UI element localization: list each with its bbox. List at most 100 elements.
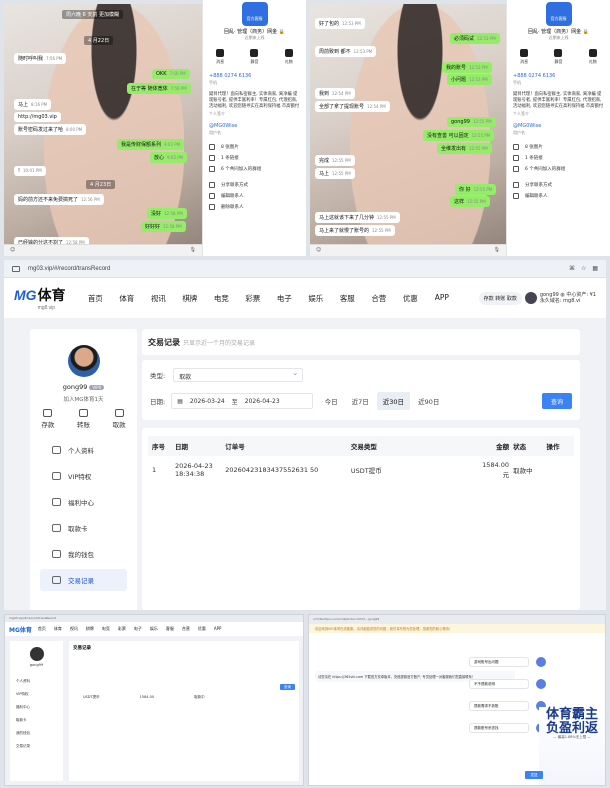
- mic-icon[interactable]: 🎙: [190, 247, 196, 253]
- sidebar-item-5[interactable]: 交易记录: [40, 569, 127, 591]
- translate-icon[interactable]: ⌘: [569, 265, 575, 272]
- promo-banner[interactable]: 体育霸主 负盈利返 — 最高1.88%无上限 —: [539, 707, 605, 785]
- outgoing-message[interactable]: 好好好 12:58 PM: [141, 221, 186, 232]
- date-from[interactable]: 2026-03-24: [190, 398, 225, 405]
- incoming-message[interactable]: 全部了拿了提现账号 12:54 PM: [315, 101, 390, 112]
- range-button-3[interactable]: 近90日: [412, 392, 445, 410]
- gift-button[interactable]: 礼物: [284, 49, 293, 65]
- sidebar-item-3[interactable]: 取款卡: [40, 517, 127, 539]
- url-text[interactable]: mg03.vip/#/record/transRecord: [28, 266, 110, 272]
- sidebar-item-0[interactable]: 个人资料: [40, 439, 127, 461]
- contact-row-links[interactable]: 1 条链接: [209, 155, 300, 161]
- contact-row-links[interactable]: 1 条链接: [513, 155, 604, 161]
- contact-phone[interactable]: +888 0274 6136: [513, 73, 604, 79]
- sidebar-item-2[interactable]: 福利中心: [40, 491, 127, 513]
- contact-row-photos[interactable]: 8 张图片: [513, 144, 604, 150]
- nav-item-11[interactable]: APP: [426, 293, 458, 304]
- incoming-message[interactable]: 马上 8:16 PM: [14, 99, 52, 110]
- star-icon[interactable]: ☆: [581, 265, 586, 272]
- incoming-message[interactable]: ! 10:01 PM: [14, 166, 46, 176]
- incoming-message[interactable]: 我到 12:54 PM: [315, 88, 355, 99]
- outgoing-message[interactable]: 放心 9:02 PM: [150, 152, 188, 163]
- quick-reply[interactable]: 游戏账号出问题: [469, 657, 529, 667]
- date-to[interactable]: 2026-04-23: [245, 398, 280, 405]
- send-button[interactable]: 发送: [525, 771, 543, 779]
- nav-item-1[interactable]: 体育: [111, 293, 143, 304]
- incoming-message[interactable]: 马上这就该下来了几分钟 12:55 PM: [315, 212, 400, 223]
- sticker-icon[interactable]: ☺: [316, 247, 321, 253]
- avatar[interactable]: [524, 292, 537, 304]
- nav-item-0[interactable]: 首页: [80, 293, 112, 304]
- deposit-link[interactable]: 存款: [484, 296, 494, 302]
- chat-input-bar[interactable]: ☺ 🎙: [4, 244, 202, 256]
- nav-item-2[interactable]: 视讯: [143, 293, 175, 304]
- withdraw-button[interactable]: 取款: [113, 409, 126, 429]
- nav-item-4[interactable]: 电竞: [206, 293, 238, 304]
- incoming-message[interactable]: 完成 12:55 PM: [315, 155, 355, 166]
- contact-row-photos[interactable]: 8 张图片: [209, 144, 300, 150]
- nav-item-7[interactable]: 娱乐: [300, 293, 332, 304]
- outgoing-message[interactable]: gong99 12:55 PM: [447, 117, 496, 127]
- outgoing-message[interactable]: 我的账号 12:53 PM: [442, 62, 492, 73]
- extension-icon[interactable]: ▦: [592, 265, 598, 272]
- message-button[interactable]: 消息: [216, 49, 225, 65]
- nav-item-5[interactable]: 彩票: [237, 293, 269, 304]
- contact-row-share[interactable]: 分享联系方式: [513, 182, 604, 188]
- contact-phone[interactable]: +888 0274 6136: [209, 73, 300, 79]
- contact-username[interactable]: @MG0Wise: [209, 123, 300, 129]
- contact-row-edit[interactable]: 编辑联系人: [209, 193, 300, 199]
- incoming-message[interactable]: 随时呼叫我 7:56 PM: [14, 53, 67, 64]
- quick-reply[interactable]: 提款需求不到账: [469, 701, 529, 711]
- message-button[interactable]: 消息: [520, 49, 529, 65]
- contact-row-edit[interactable]: 编辑联系人: [513, 193, 604, 199]
- transfer-link[interactable]: 转账: [495, 296, 505, 302]
- incoming-message[interactable]: 马上来了就慢了账号的 12:55 PM: [315, 225, 395, 236]
- outgoing-message[interactable]: 没有查善 可以固定 12:55 PM: [423, 130, 495, 141]
- outgoing-message[interactable]: 这样 12:55 PM: [450, 196, 490, 207]
- outgoing-message[interactable]: 在于等 随体宽体 7:56 PM: [127, 83, 191, 94]
- contact-row-groups[interactable]: 6 个共同加入的群组: [209, 166, 300, 172]
- date-range-picker[interactable]: ▤ 2026-03-24 至 2026-04-23: [171, 393, 313, 409]
- sticker-icon[interactable]: ☺: [10, 247, 15, 253]
- mute-button[interactable]: 静音: [554, 49, 563, 65]
- incoming-message[interactable]: 周前致到 都不 12:53 PM: [315, 46, 377, 57]
- nav-item-6[interactable]: 电子: [269, 293, 301, 304]
- incoming-message[interactable]: http://mg03.vip: [14, 112, 61, 122]
- mic-icon[interactable]: 🎙: [494, 247, 500, 253]
- range-button-0[interactable]: 今日: [319, 392, 344, 410]
- sidebar-item-4[interactable]: 我的钱包: [40, 543, 127, 565]
- contact-row-delete[interactable]: 删除联系人: [209, 204, 300, 210]
- deposit-button[interactable]: 存款: [41, 409, 54, 429]
- outgoing-message[interactable]: OKK 7:56 PM: [152, 69, 190, 79]
- gift-button[interactable]: 礼物: [588, 49, 597, 65]
- sidebar-item-1[interactable]: VIP特权: [40, 465, 127, 487]
- incoming-message[interactable]: 好了包的 12:53 PM: [315, 18, 365, 29]
- range-button-2[interactable]: 近30日: [376, 392, 411, 410]
- range-button-1[interactable]: 近7日: [346, 392, 375, 410]
- outgoing-message[interactable]: 没好 12:58 PM: [147, 208, 187, 219]
- nav-item-3[interactable]: 棋牌: [174, 293, 206, 304]
- query-button[interactable]: 查询: [542, 393, 572, 409]
- outgoing-message[interactable]: 你 好 12:55 PM: [455, 184, 497, 195]
- quick-reply[interactable]: 不予提款说明: [469, 679, 529, 689]
- nav-item-9[interactable]: 合营: [363, 293, 395, 304]
- site-logo[interactable]: MG 体育 mg8.vip: [14, 285, 66, 311]
- nav-item-8[interactable]: 客服: [332, 293, 364, 304]
- address-bar[interactable]: mg03.vip/#/record/transRecord ⌘ ☆ ▦: [4, 260, 606, 278]
- contact-row-share[interactable]: 分享联系方式: [209, 182, 300, 188]
- quick-reply[interactable]: 提款账号系查找: [469, 723, 529, 733]
- avatar[interactable]: [67, 345, 100, 377]
- contact-row-groups[interactable]: 6 个共同加入的群组: [513, 166, 604, 172]
- wallet-pill[interactable]: 存款 转账 取款: [478, 291, 522, 305]
- incoming-message[interactable]: 妈的前方还不来免费搞死了 12:56 PM: [14, 194, 104, 205]
- incoming-message[interactable]: 马上 12:55 PM: [315, 168, 355, 179]
- type-select[interactable]: 取款: [173, 368, 304, 382]
- transfer-button[interactable]: 转账: [77, 409, 90, 429]
- nav-item-10[interactable]: 优惠: [395, 293, 427, 304]
- mute-button[interactable]: 静音: [250, 49, 259, 65]
- contact-username[interactable]: @MG0Wise: [513, 123, 604, 129]
- incoming-message[interactable]: 账号密码发过来了哈 8:00 PM: [14, 124, 87, 135]
- outgoing-message[interactable]: 全维发出有 12:55 PM: [437, 143, 492, 154]
- site-info-icon[interactable]: [12, 265, 20, 272]
- withdraw-link[interactable]: 取款: [507, 296, 517, 302]
